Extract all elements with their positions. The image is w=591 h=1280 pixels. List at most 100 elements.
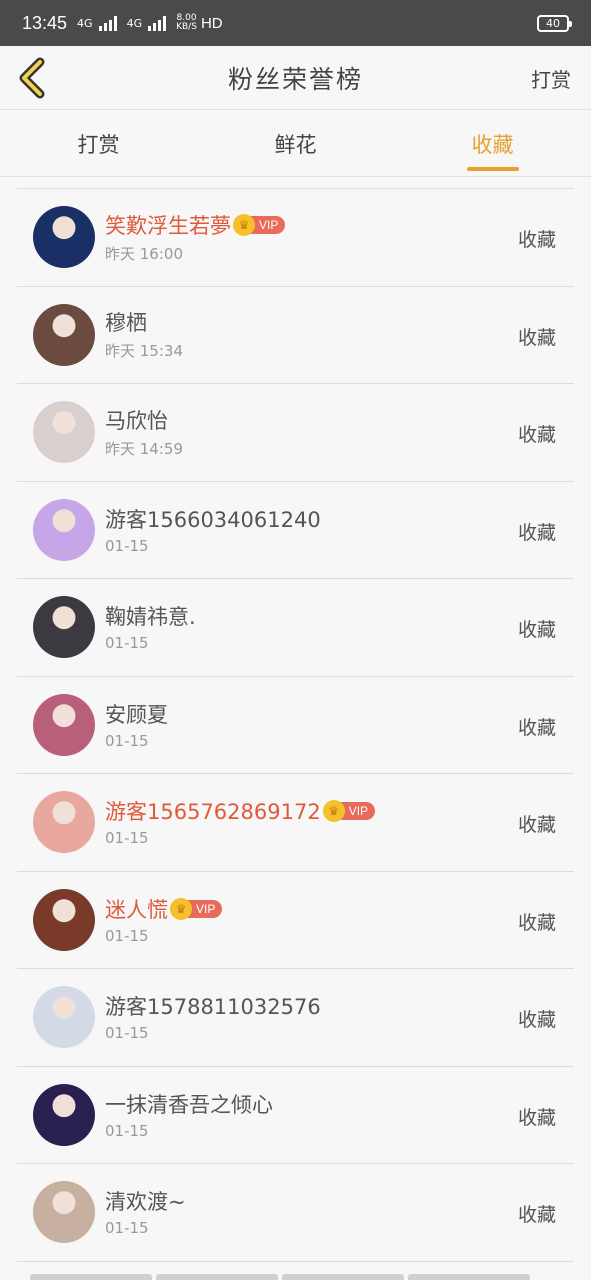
name-line: 鞠婧祎意. — [105, 602, 196, 630]
signal-icon — [148, 15, 167, 31]
list-item[interactable]: 游客1578811032576 01-15 收藏 — [17, 969, 574, 1067]
avatar[interactable] — [33, 986, 95, 1049]
name-line: 游客1578811032576 — [105, 992, 321, 1020]
back-arrow-icon — [19, 57, 45, 99]
battery-level: 40 — [546, 16, 560, 30]
name-line: 马欣怡 — [105, 406, 183, 434]
network-type-2: 4G — [126, 16, 143, 30]
page-title: 粉丝荣誉榜 — [227, 64, 363, 94]
vip-label: VIP — [339, 802, 376, 821]
tab-favorites[interactable]: 收藏 — [394, 111, 591, 176]
fan-time: 01-15 — [105, 1121, 149, 1140]
hd-indicator: HD — [200, 14, 223, 32]
fan-info: 鞠婧祎意. 01-15 — [105, 602, 196, 652]
crown-icon: ♛ — [170, 897, 192, 920]
list-item[interactable]: 游客1566034061240 01-15 收藏 — [17, 482, 574, 579]
fan-name: 穆栖 — [105, 311, 147, 336]
fan-info: 安顾夏 01-15 — [105, 700, 168, 750]
list-item[interactable]: 马欣怡昨天 14:59 收藏 — [17, 384, 574, 482]
avatar[interactable] — [33, 888, 95, 951]
action-label: 收藏 — [517, 1106, 556, 1129]
status-time: 13:45 — [22, 12, 68, 33]
name-line: 游客1565762869172 ♛ VIP — [105, 797, 376, 825]
signal-icon — [98, 15, 117, 31]
next-row-peek — [30, 1274, 530, 1280]
fan-name: 清欢渡~ — [105, 1190, 186, 1215]
action-label: 收藏 — [517, 619, 556, 641]
list-item[interactable]: 迷人慌 ♛ VIP 01-15 收藏 — [17, 872, 574, 969]
fan-time: 01-15 — [105, 926, 149, 945]
status-bar: 13:45 4G 4G 8.00 KB/S HD 40 — [0, 0, 591, 46]
name-line: 迷人慌 ♛ VIP — [105, 895, 223, 923]
crown-icon: ♛ — [233, 213, 255, 236]
fan-time: 昨天 14:59 — [105, 439, 183, 458]
fan-name: 笑歎浮生若夢 — [105, 213, 231, 238]
fan-list: 笑歎浮生若夢 ♛ VIP 昨天 16:00 收藏 穆栖 昨天 15:34 收藏 马欣怡 昨天 14… — [17, 188, 574, 1262]
action-label: 收藏 — [517, 424, 556, 446]
avatar[interactable] — [33, 596, 95, 659]
action-label: 收藏 — [517, 814, 556, 836]
network-speed: 8.00 KB/S — [176, 14, 197, 32]
fan-name: 安顾夏 — [105, 702, 168, 727]
action-label: 收藏 — [517, 1204, 556, 1226]
fan-name: 游客1578811032576 — [105, 995, 321, 1020]
fan-time: 昨天 16:00 — [105, 244, 183, 263]
avatar[interactable] — [33, 1083, 95, 1146]
tab-bar: 打赏 鲜花 收藏 — [0, 111, 591, 177]
network-speed-unit: KB/S — [176, 22, 197, 32]
fan-info: 穆栖昨天 15:34 — [105, 308, 183, 361]
list-item[interactable]: 安顾夏 01-15 收藏 — [17, 677, 574, 774]
fan-time: 昨天 15:34 — [105, 342, 183, 361]
list-item[interactable]: 穆栖昨天 15:34 收藏 — [17, 287, 574, 384]
fan-info: 清欢渡~ 01-15 — [105, 1187, 186, 1237]
action-label: 收藏 — [517, 229, 556, 251]
tab-reward[interactable]: 打赏 — [0, 111, 197, 176]
fan-time: 01-15 — [105, 829, 149, 848]
fan-name: 鞠婧祎意. — [105, 605, 196, 630]
fan-name: 游客1566034061240 — [105, 507, 321, 532]
battery-icon: 40 — [537, 14, 572, 32]
fan-info: 迷人慌 ♛ VIP 01-15 — [105, 895, 223, 945]
tab-flowers[interactable]: 鲜花 — [197, 111, 394, 176]
fan-info: 游客1566034061240 01-15 — [105, 505, 321, 555]
vip-badge: ♛ VIP — [233, 213, 286, 236]
fan-info: 笑歎浮生若夢 ♛ VIP 昨天 16:00 — [105, 211, 286, 264]
reward-button[interactable]: 打赏 — [531, 64, 571, 93]
vip-badge: ♛ VIP — [170, 897, 223, 920]
list-item[interactable]: 鞠婧祎意. 01-15 收藏 — [17, 579, 574, 677]
action-label: 收藏 — [517, 521, 556, 544]
avatar[interactable] — [33, 401, 95, 464]
vip-badge: ♛ VIP — [322, 800, 376, 823]
action-label: 收藏 — [517, 911, 556, 934]
action-label: 收藏 — [517, 326, 556, 349]
list-item[interactable]: 笑歎浮生若夢 ♛ VIP 昨天 16:00 收藏 — [17, 189, 574, 287]
fan-name: 马欣怡 — [105, 408, 168, 433]
avatar[interactable] — [33, 1181, 95, 1244]
name-line: 穆栖 — [105, 308, 183, 336]
fan-time: 01-15 — [105, 536, 149, 555]
fan-time: 01-15 — [105, 731, 149, 750]
back-button[interactable] — [14, 56, 54, 100]
list-item[interactable]: 一抹清香吾之倾心 01-15 收藏 — [17, 1067, 574, 1164]
name-line: 清欢渡~ — [105, 1187, 186, 1215]
vip-label: VIP — [250, 215, 286, 234]
avatar[interactable] — [33, 498, 95, 561]
action-label: 收藏 — [517, 716, 556, 739]
avatar[interactable] — [33, 206, 95, 269]
avatar[interactable] — [33, 303, 95, 366]
name-line: 游客1566034061240 — [105, 505, 321, 533]
fan-info: 游客1578811032576 01-15 — [105, 992, 321, 1042]
fan-time: 01-15 — [105, 1024, 149, 1043]
avatar[interactable] — [33, 693, 95, 756]
fan-name: 游客1565762869172 — [105, 800, 321, 825]
avatar[interactable] — [33, 791, 95, 854]
fan-time: 01-15 — [105, 1219, 149, 1238]
crown-icon: ♛ — [322, 800, 345, 823]
network-type-1: 4G — [77, 16, 93, 30]
fan-info: 一抹清香吾之倾心 01-15 — [105, 1090, 273, 1140]
fan-name: 一抹清香吾之倾心 — [105, 1092, 273, 1117]
name-line: 笑歎浮生若夢 ♛ VIP — [105, 211, 286, 239]
list-item[interactable]: 游客1565762869172 ♛ VIP 01-15 收藏 — [17, 774, 574, 872]
fan-info: 游客1565762869172 ♛ VIP 01-15 — [105, 797, 376, 848]
list-item[interactable]: 清欢渡~ 01-15 收藏 — [17, 1164, 574, 1262]
